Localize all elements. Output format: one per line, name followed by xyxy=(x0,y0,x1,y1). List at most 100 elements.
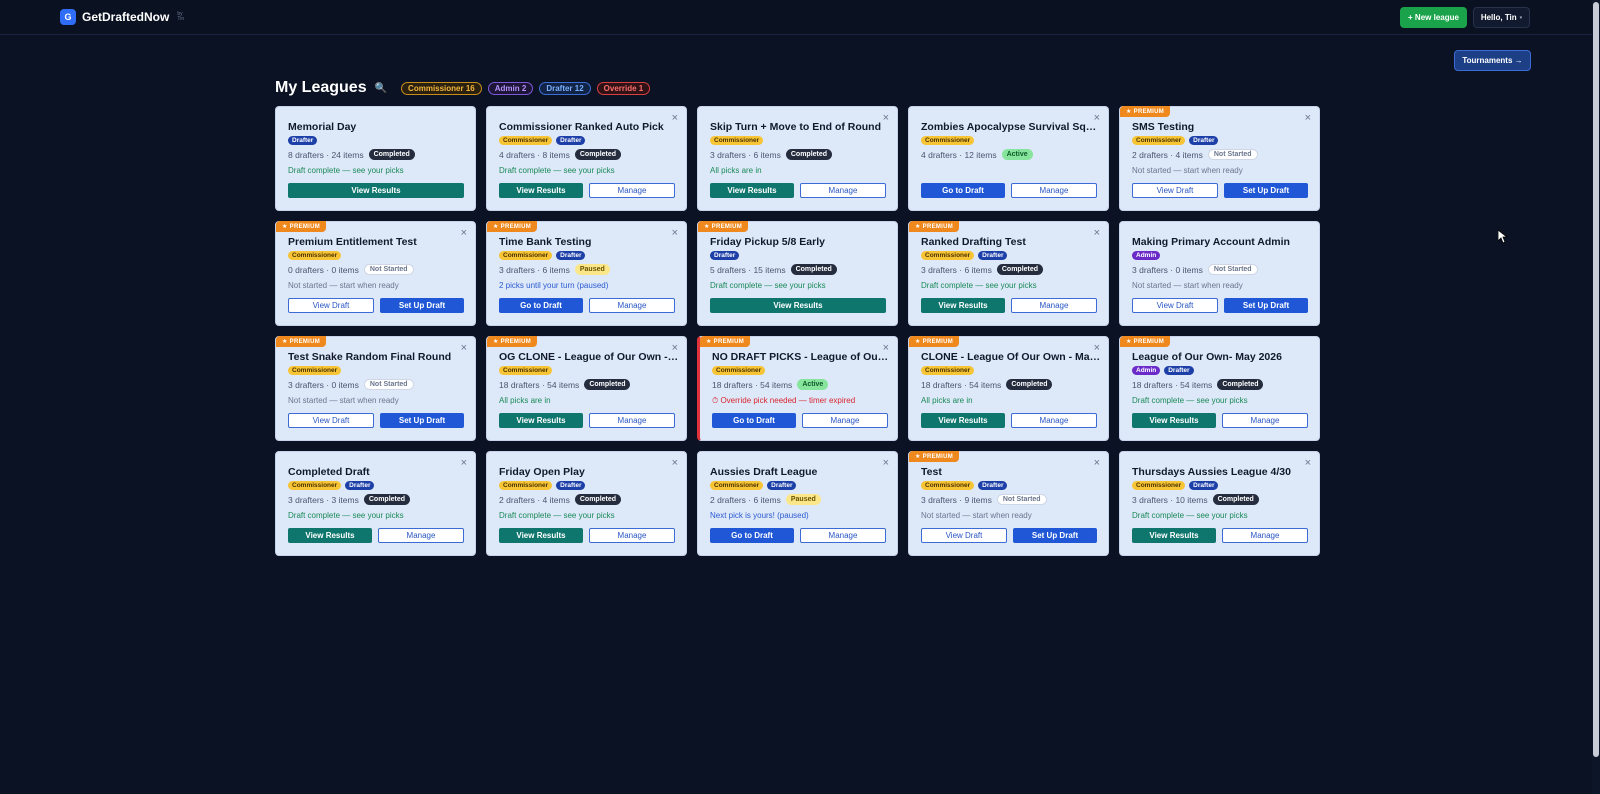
filter-admin-pill[interactable]: Admin 2 xyxy=(487,81,534,95)
view-results-button[interactable]: View Results xyxy=(288,528,372,543)
league-card[interactable]: ★ PREMIUM × SMS Testing Commissioner Drafter… xyxy=(1119,106,1320,211)
manage-button[interactable]: Manage xyxy=(589,528,675,543)
go-to-draft-button[interactable]: Go to Draft xyxy=(712,413,796,428)
league-card[interactable]: ★ PREMIUM × NO DRAFT PICKS - League of Our… xyxy=(697,336,898,441)
filter-comm-pill[interactable]: Commissioner 16 xyxy=(401,81,482,95)
view-draft-button[interactable]: View Draft xyxy=(921,528,1007,543)
league-card[interactable]: ★ PREMIUM × Ranked Drafting Test Commission… xyxy=(908,221,1109,326)
league-card[interactable]: × Commissioner Ranked Auto Pick Commission… xyxy=(486,106,687,211)
role-badge-commissioner: Commissioner xyxy=(921,366,975,375)
league-counts: 2 drafters · 6 items xyxy=(710,494,781,505)
league-card[interactable]: × Aussies Draft League Commissioner Drafter… xyxy=(697,451,898,556)
view-draft-button[interactable]: View Draft xyxy=(1132,183,1218,198)
manage-button[interactable]: Manage xyxy=(589,298,675,313)
view-draft-button[interactable]: View Draft xyxy=(1132,298,1218,313)
view-results-button[interactable]: View Results xyxy=(921,413,1005,428)
league-meta: 3 drafters · 6 items Completed xyxy=(921,264,1044,275)
manage-button[interactable]: Manage xyxy=(589,413,675,428)
set-up-draft-button[interactable]: Set Up Draft xyxy=(380,298,464,313)
view-results-button[interactable]: View Results xyxy=(921,298,1005,313)
league-card[interactable]: × Friday Open Play Commissioner Drafter 2 dr… xyxy=(486,451,687,556)
card-actions: View Draft Set Up Draft xyxy=(288,413,464,428)
view-results-button[interactable]: View Results xyxy=(499,528,583,543)
role-badge-commissioner: Commissioner xyxy=(710,481,764,490)
go-to-draft-button[interactable]: Go to Draft xyxy=(710,528,794,543)
league-counts: 2 drafters · 4 items xyxy=(1132,149,1203,160)
league-counts: 3 drafters · 0 items xyxy=(1132,264,1203,275)
league-counts: 4 drafters · 8 items xyxy=(499,149,570,160)
league-card[interactable]: ★ PREMIUM × Test Commissioner Drafter 3 draft… xyxy=(908,451,1109,556)
league-title: Premium Entitlement Test xyxy=(288,236,417,248)
league-meta: 18 drafters · 54 items Completed xyxy=(499,379,631,390)
league-title: Memorial Day xyxy=(288,121,357,133)
league-counts: 18 drafters · 54 items xyxy=(921,379,1002,390)
league-card[interactable]: ★ PREMIUM × Time Bank Testing Commissioner D… xyxy=(486,221,687,326)
set-up-draft-button[interactable]: Set Up Draft xyxy=(1013,528,1097,543)
go-to-draft-button[interactable]: Go to Draft xyxy=(499,298,583,313)
league-card[interactable]: Making Primary Account Admin Admin 3 draft… xyxy=(1119,221,1320,326)
filter-drafter-pill[interactable]: Drafter 12 xyxy=(539,81,591,95)
premium-badge: ★ PREMIUM xyxy=(487,336,538,347)
view-results-button[interactable]: View Results xyxy=(499,413,583,428)
status-badge: Not Started xyxy=(1207,264,1258,275)
league-status-note: Draft complete — see your picks xyxy=(288,511,404,520)
league-card[interactable]: ★ PREMIUM Friday Pickup 5/8 Early Drafter 5… xyxy=(697,221,898,326)
manage-button[interactable]: Manage xyxy=(802,413,888,428)
role-badge-commissioner: Commissioner xyxy=(1132,481,1186,490)
league-card[interactable]: ★ PREMIUM × CLONE - League Of Our Own - Ma… xyxy=(908,336,1109,441)
league-card[interactable]: × Thursdays Aussies League 4/30 Commission… xyxy=(1119,451,1320,556)
league-card[interactable]: × Skip Turn + Move to End of Round Commiss… xyxy=(697,106,898,211)
view-results-button[interactable]: View Results xyxy=(288,183,464,198)
league-meta: 2 drafters · 4 items Completed xyxy=(499,494,622,505)
manage-button[interactable]: Manage xyxy=(1222,528,1308,543)
league-counts: 2 drafters · 4 items xyxy=(499,494,570,505)
league-card[interactable]: Memorial Day Drafter 8 drafters · 24 items… xyxy=(275,106,476,211)
view-results-button[interactable]: View Results xyxy=(1132,413,1216,428)
set-up-draft-button[interactable]: Set Up Draft xyxy=(1224,298,1308,313)
manage-button[interactable]: Manage xyxy=(589,183,675,198)
user-menu-button[interactable]: Hello, Tin ▾ xyxy=(1473,7,1530,28)
league-card[interactable]: ★ PREMIUM League of Our Own- May 2026 Admi… xyxy=(1119,336,1320,441)
view-results-button[interactable]: View Results xyxy=(1132,528,1216,543)
league-card[interactable]: ★ PREMIUM × Premium Entitlement Test Commis… xyxy=(275,221,476,326)
view-results-button[interactable]: View Results xyxy=(710,183,794,198)
set-up-draft-button[interactable]: Set Up Draft xyxy=(380,413,464,428)
view-draft-button[interactable]: View Draft xyxy=(288,298,374,313)
league-title: Test xyxy=(921,466,942,478)
go-to-draft-button[interactable]: Go to Draft xyxy=(921,183,1005,198)
league-card[interactable]: × Zombies Apocalypse Survival Squa... Comm… xyxy=(908,106,1109,211)
role-badges: Commissioner Drafter xyxy=(499,136,586,145)
view-results-button[interactable]: View Results xyxy=(499,183,583,198)
view-results-button[interactable]: View Results xyxy=(710,298,886,313)
brand[interactable]: G GetDraftedNow by Tin xyxy=(60,9,184,25)
heading-row: My Leagues 🔍 Commissioner 16 Admin 2 Draft… xyxy=(275,78,656,98)
scrollbar-thumb[interactable] xyxy=(1593,2,1599,757)
new-league-button[interactable]: + New league xyxy=(1400,7,1467,28)
role-badge-commissioner: Commissioner xyxy=(1132,136,1186,145)
user-menu-label: Hello, Tin xyxy=(1480,13,1517,22)
manage-button[interactable]: Manage xyxy=(800,528,886,543)
search-icon[interactable]: 🔍 xyxy=(375,83,387,94)
manage-button[interactable]: Manage xyxy=(800,183,886,198)
league-card[interactable]: ★ PREMIUM × Test Snake Random Final Round C… xyxy=(275,336,476,441)
role-badges: Commissioner Drafter xyxy=(499,251,586,260)
league-status-note: Not started — start when ready xyxy=(1132,281,1243,290)
league-title: Making Primary Account Admin xyxy=(1132,236,1290,248)
league-card[interactable]: × Completed Draft Commissioner Drafter 3 dra… xyxy=(275,451,476,556)
manage-button[interactable]: Manage xyxy=(1011,413,1097,428)
league-card[interactable]: ★ PREMIUM × OG CLONE - League of Our Own -… xyxy=(486,336,687,441)
manage-button[interactable]: Manage xyxy=(378,528,464,543)
role-badge-commissioner: Commissioner xyxy=(710,136,764,145)
role-badge-commissioner: Commissioner xyxy=(288,366,342,375)
filter-override-pill[interactable]: Override 1 xyxy=(596,81,651,95)
manage-button[interactable]: Manage xyxy=(1011,183,1097,198)
brand-byline: by Tin xyxy=(177,11,185,22)
manage-button[interactable]: Manage xyxy=(1222,413,1308,428)
manage-button[interactable]: Manage xyxy=(1011,298,1097,313)
card-actions: View Draft Set Up Draft xyxy=(288,298,464,313)
view-draft-button[interactable]: View Draft xyxy=(288,413,374,428)
set-up-draft-button[interactable]: Set Up Draft xyxy=(1224,183,1308,198)
role-badge-drafter: Drafter xyxy=(556,251,586,260)
status-badge: Active xyxy=(1001,149,1033,160)
tournaments-button[interactable]: Tournaments → xyxy=(1454,50,1531,71)
